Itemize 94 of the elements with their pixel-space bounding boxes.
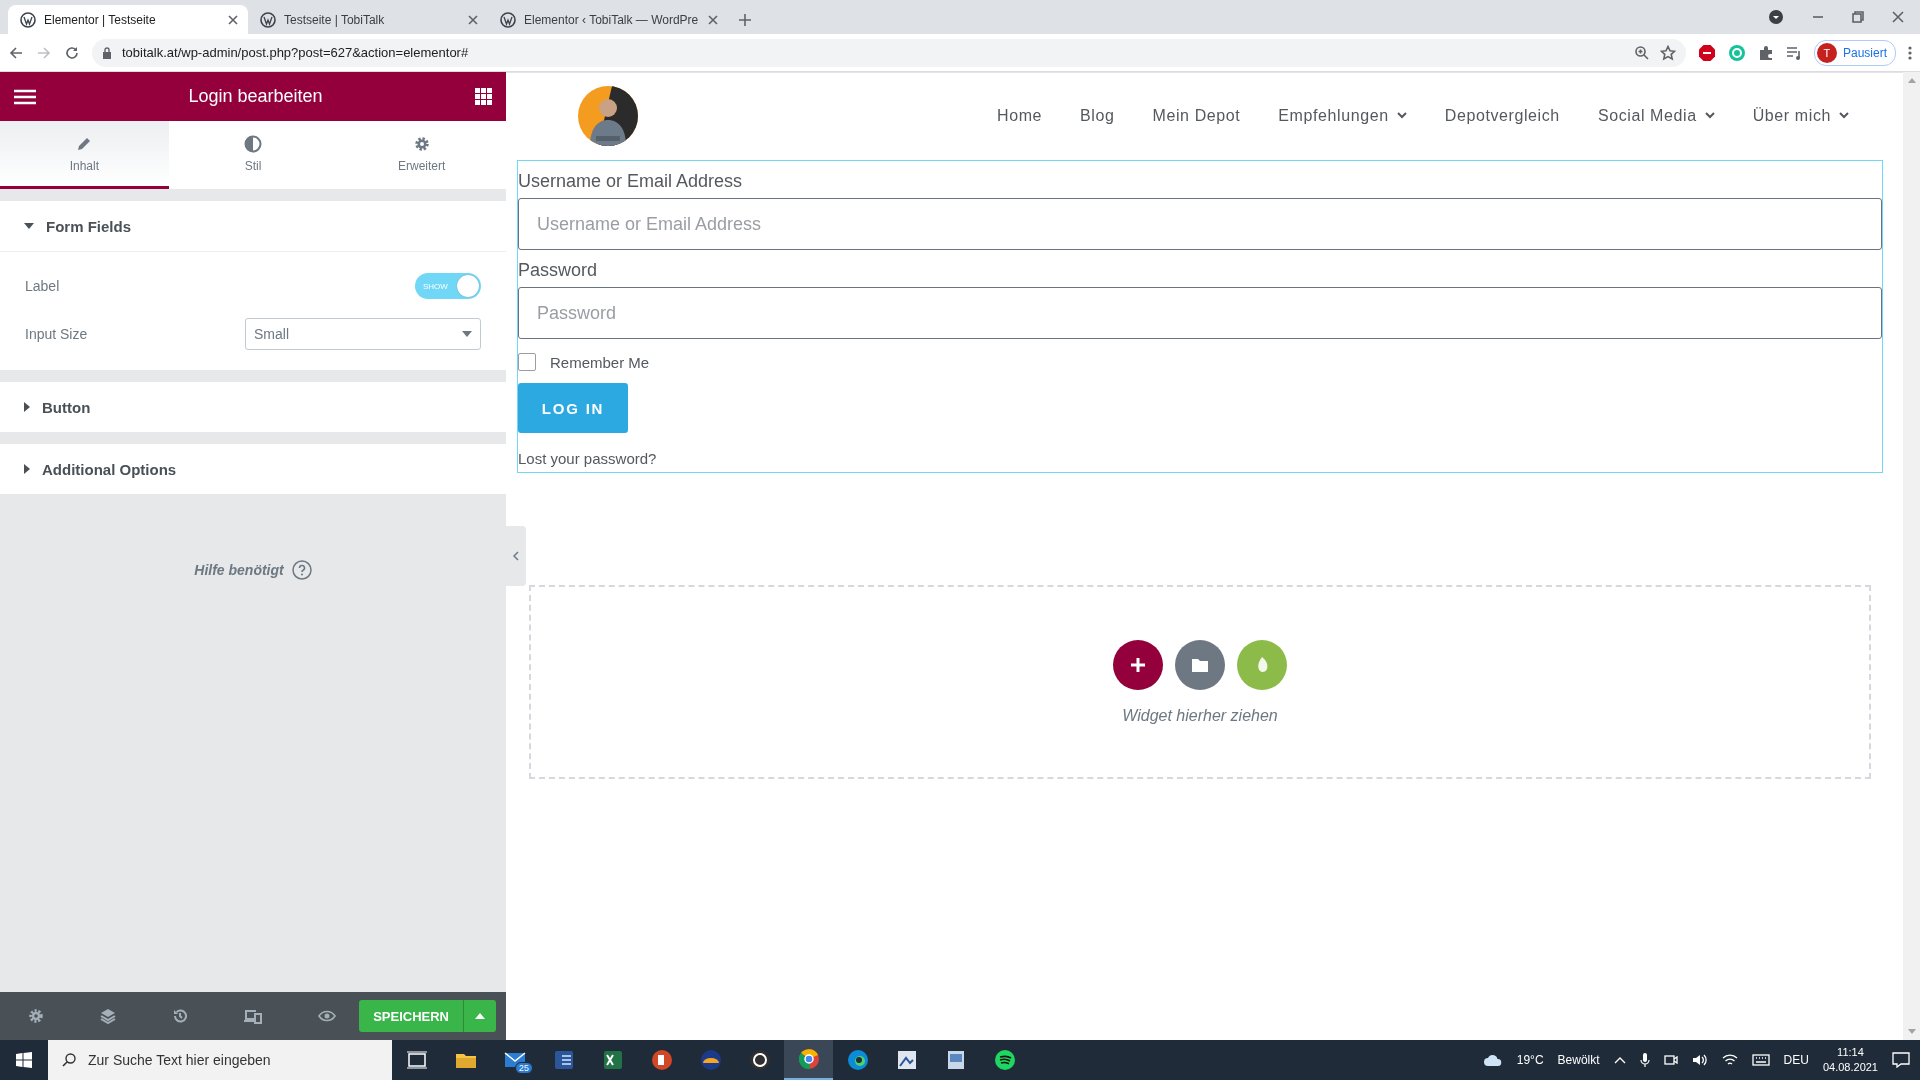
nav-link[interactable]: Über mich: [1752, 106, 1849, 125]
playlist-icon[interactable]: [1785, 44, 1802, 61]
nav-link[interactable]: Depotvergleich: [1444, 106, 1560, 125]
chevron-down-icon: [1704, 112, 1715, 119]
gear-icon[interactable]: [28, 1008, 44, 1024]
nav-link[interactable]: Home: [997, 106, 1043, 125]
notification-icon[interactable]: [1892, 1052, 1910, 1068]
close-icon[interactable]: [708, 14, 718, 25]
close-icon[interactable]: [1892, 11, 1904, 23]
plus-icon[interactable]: [738, 12, 752, 27]
browser-tab[interactable]: Elementor | Testseite: [8, 5, 248, 34]
cloud-icon[interactable]: [1482, 1053, 1503, 1067]
avatar: T: [1816, 42, 1837, 63]
panel-tab[interactable]: Stil: [168, 121, 338, 189]
browser-tab[interactable]: Elementor ‹ TobiTalk — WordPre: [488, 5, 728, 34]
language-indicator[interactable]: DEU: [1783, 1053, 1809, 1067]
history-icon[interactable]: [172, 1008, 188, 1024]
puzzle-icon[interactable]: [1757, 44, 1774, 61]
music-app-icon: [992, 1048, 1017, 1072]
panel-title: Login bearbeiten: [187, 86, 324, 107]
checkbox-label: Remember Me: [550, 353, 650, 371]
wordpress-icon: [500, 11, 516, 28]
collapse-handle[interactable]: [506, 526, 526, 586]
field-label: Username or Email Address: [518, 170, 744, 193]
app-icon: [698, 1048, 723, 1072]
slides-app-icon: [649, 1048, 674, 1072]
section-header[interactable]: Form Fields: [0, 201, 506, 251]
taskbar-app[interactable]: 25: [490, 1040, 539, 1080]
speaker-icon[interactable]: [1691, 1053, 1708, 1067]
microphone-icon[interactable]: [1639, 1052, 1650, 1068]
restore-icon[interactable]: [1852, 11, 1864, 23]
weather-text[interactable]: Bewölkt: [1557, 1053, 1600, 1067]
nav-link[interactable]: Empfehlungen: [1278, 106, 1407, 125]
nav-link[interactable]: Blog: [1080, 106, 1115, 125]
help-text[interactable]: Hilfe benötigt: [194, 562, 284, 578]
caret-up-icon: [475, 1013, 485, 1019]
menu-icon[interactable]: [14, 88, 36, 105]
close-icon[interactable]: [468, 14, 478, 25]
star-icon[interactable]: [1659, 44, 1676, 61]
nav-link[interactable]: Social Media: [1597, 106, 1715, 125]
chevron-down-icon: [1396, 112, 1407, 119]
panel-tab[interactable]: Inhalt: [0, 121, 169, 189]
browser-icon: [796, 1047, 821, 1071]
control-label: Input Size: [25, 326, 88, 342]
chevron-up-icon[interactable]: [1613, 1056, 1626, 1064]
dropdown-icon[interactable]: [1768, 9, 1784, 25]
save-options-button[interactable]: [463, 1000, 496, 1032]
lock-icon: [102, 46, 112, 59]
field-label: Password: [518, 259, 599, 282]
temperature-text[interactable]: 19°C: [1516, 1053, 1544, 1067]
count-badge: 25: [515, 1062, 533, 1074]
devices-icon[interactable]: [244, 1008, 262, 1024]
browser-icon: [845, 1048, 870, 1072]
eye-icon[interactable]: [318, 1010, 336, 1022]
keyboard-icon[interactable]: [1751, 1054, 1770, 1066]
windows-icon: [16, 1052, 32, 1068]
search-icon: [62, 1053, 76, 1067]
control-label: Label: [25, 278, 60, 294]
layers-icon[interactable]: [100, 1008, 116, 1024]
help-icon[interactable]: [291, 560, 312, 580]
section-header[interactable]: Additional Options: [0, 444, 506, 494]
drop-hint: Widget hierher ziehen: [1122, 706, 1278, 725]
task-view-icon: [404, 1048, 429, 1072]
wordpress-icon: [260, 11, 276, 28]
folder-button[interactable]: [1175, 639, 1225, 690]
clock[interactable]: 11:14 04.08.2021: [1822, 1045, 1878, 1075]
wordpress-icon: [20, 11, 36, 28]
camera-icon[interactable]: [1663, 1053, 1678, 1067]
profile-button[interactable]: T Pausiert: [1813, 39, 1896, 66]
close-icon[interactable]: [228, 14, 238, 25]
panel-tab[interactable]: Erweitert: [337, 121, 506, 189]
stop-sign-icon[interactable]: [1697, 43, 1716, 62]
checkbox[interactable]: [518, 353, 536, 371]
back-icon[interactable]: [8, 44, 24, 61]
wifi-icon[interactable]: [1721, 1053, 1738, 1067]
caret-down-icon: [462, 331, 472, 337]
section-header[interactable]: Button: [0, 382, 506, 432]
caret-down-icon: [24, 223, 34, 229]
caret-right-icon: [24, 402, 30, 412]
browser-tab[interactable]: Testseite | TobiTalk: [248, 5, 488, 34]
zoom-icon[interactable]: [1633, 44, 1650, 61]
gear-icon: [412, 134, 431, 153]
add-button[interactable]: [1113, 639, 1163, 690]
password-link[interactable]: Lost your password?: [518, 450, 657, 467]
search-field[interactable]: Zur Suche Text hier eingeben: [48, 1040, 392, 1080]
caret-right-icon: [24, 464, 30, 474]
chevron-down-icon: [1839, 112, 1849, 119]
nav-link[interactable]: Mein Depot: [1152, 106, 1241, 125]
grid-icon[interactable]: [475, 88, 492, 105]
select-field[interactable]: Small: [245, 318, 481, 350]
more-icon[interactable]: [1908, 44, 1912, 61]
contrast-icon: [244, 134, 262, 153]
aperture-icon: [747, 1048, 772, 1072]
reload-icon[interactable]: [64, 44, 80, 61]
